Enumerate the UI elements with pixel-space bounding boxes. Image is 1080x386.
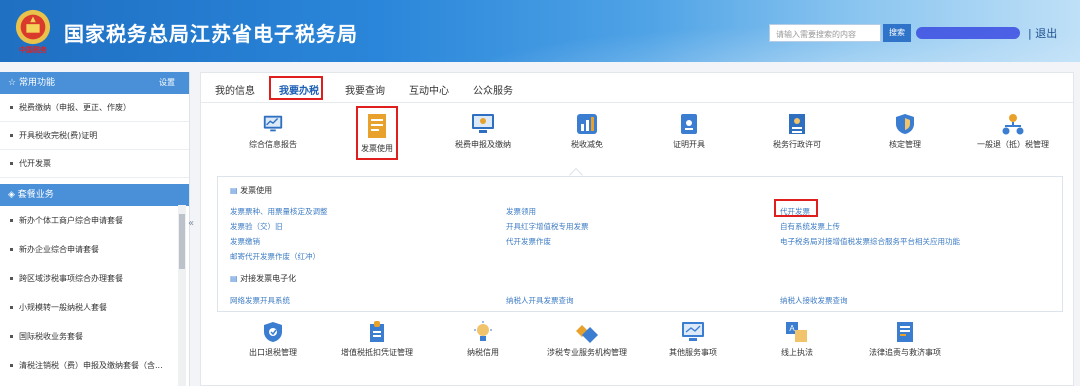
bulb-icon [474, 321, 492, 341]
bullet-icon [10, 335, 13, 338]
bullet-icon [10, 106, 13, 109]
bullet-icon [10, 162, 13, 165]
sidebar: ☆ 常用功能 设置 税费缴纳（申报、更正、作废） 开具税收完税(费)证明 代开发… [0, 72, 190, 386]
package-item[interactable]: 跨区域涉税事项综合办理套餐 [0, 264, 178, 293]
sidebar-item-tax-certificate[interactable]: 开具税收完税(费)证明 [0, 122, 189, 150]
search-input[interactable]: 请输入需要搜索的内容 [769, 24, 881, 42]
emblem-caption: 中国税务 [19, 46, 47, 54]
tax-emblem-icon [15, 9, 51, 45]
link-invoice-type-adjust[interactable]: 发票票种、用票量核定及调整 [230, 206, 328, 217]
package-item[interactable]: 新办企业综合申请套餐 [0, 235, 178, 264]
link-received-invoice-query[interactable]: 纳税人接收发票查询 [780, 295, 848, 306]
bullet-icon [10, 248, 13, 251]
svg-text:A: A [789, 324, 795, 333]
sidebar-scroll-thumb[interactable] [179, 214, 185, 269]
tab-public-service[interactable]: 公众服务 [473, 82, 513, 97]
package-item[interactable]: 国际税收业务套餐 [0, 322, 178, 351]
icon-export-refund[interactable]: 出口退税管理 [213, 321, 333, 358]
common-functions-title: 常用功能 [18, 78, 55, 88]
icon-other-services[interactable]: 其他服务事项 [633, 321, 753, 358]
icon-vat-deduction[interactable]: 增值税抵扣凭证管理 [317, 321, 437, 358]
shield-icon [896, 114, 914, 134]
bullet-icon [10, 219, 13, 222]
monitor-chart-icon [263, 115, 283, 132]
search-button[interactable]: 搜索 [883, 24, 911, 42]
tab-query[interactable]: 我要查询 [345, 82, 385, 97]
package-header: ◈ 套餐业务 [0, 184, 189, 206]
logout-link[interactable]: | 退出 [1028, 25, 1057, 41]
stack-icon: ◈ [8, 190, 15, 200]
certificate-icon [681, 114, 697, 134]
common-functions-header: ☆ 常用功能 设置 [0, 72, 189, 94]
package-item[interactable]: 清税注销税（费）申报及缴纳套餐（含... [0, 351, 178, 380]
tab-my-info[interactable]: 我的信息 [215, 82, 255, 97]
icon-tax-refund[interactable]: 一般退（抵）税管理 [953, 113, 1073, 150]
bullet-icon [10, 277, 13, 280]
settings-link[interactable]: 设置 [159, 72, 175, 94]
screen-icon [682, 322, 704, 341]
link-proxy-invoice-void[interactable]: 代开发票作废 [506, 236, 551, 247]
sidebar-item-tax-payment[interactable]: 税费缴纳（申报、更正、作废） [0, 94, 189, 122]
tab-bar: 我的信息 我要办税 我要查询 互动中心 公众服务 [201, 73, 1073, 103]
link-vat-platform-functions[interactable]: 电子税务局对接增值税发票综合服务平台相关应用功能 [780, 236, 960, 247]
main-panel: 我的信息 我要办税 我要查询 互动中心 公众服务 综合信息报告 发票使用 税费申… [200, 72, 1074, 386]
top-header: 中国税务 国家税务总局江苏省电子税务局 请输入需要搜索的内容 搜索 | 退出 [0, 0, 1080, 62]
invoice-submenu-panel: ▤ 发票使用 发票票种、用票量核定及调整 发票验（交）旧 发票缴销 邮寄代开发票… [217, 176, 1063, 312]
icon-tax-agency-management[interactable]: 涉税专业服务机构管理 [527, 321, 647, 358]
collapse-sidebar-icon[interactable]: « [188, 218, 194, 229]
invoice-section-title: ▤ 发票使用 [230, 186, 273, 195]
package-item[interactable]: 新办个体工商户综合申请套餐 [0, 206, 178, 235]
highlight-box-invoice [356, 106, 398, 160]
icon-tax-credit[interactable]: 纳税信用 [423, 321, 543, 358]
monitor-icon [472, 114, 494, 133]
icon-comprehensive-report[interactable]: 综合信息报告 [213, 113, 333, 150]
icon-tax-declaration[interactable]: 税费申报及缴纳 [423, 113, 543, 150]
icon-certificate[interactable]: 证明开具 [629, 113, 749, 150]
list-icon: ▤ [230, 186, 238, 195]
tab-interaction[interactable]: 互动中心 [409, 82, 449, 97]
translate-icon: A [786, 322, 807, 342]
icon-legal-remedy[interactable]: 法律追责与救济事项 [845, 321, 965, 358]
user-name-redacted[interactable] [916, 27, 1020, 39]
license-icon [789, 114, 805, 134]
org-chart-icon [1002, 114, 1024, 135]
package-title: 套餐业务 [17, 190, 54, 200]
document-icon [897, 322, 913, 342]
link-mail-invoice-void[interactable]: 邮寄代开发票作废（红冲） [230, 251, 320, 262]
link-red-vat-invoice[interactable]: 开具红字增值税专用发票 [506, 221, 589, 232]
bar-chart-icon [577, 114, 597, 134]
link-network-invoice-system[interactable]: 网络发票开具系统 [230, 295, 290, 306]
link-own-system-upload[interactable]: 自有系统发票上传 [780, 221, 840, 232]
lock-doc-icon [370, 321, 384, 342]
site-title: 国家税务总局江苏省电子税务局 [64, 22, 358, 46]
icon-online-enforcement[interactable]: A 线上执法 [737, 321, 857, 358]
bullet-icon [10, 306, 13, 309]
icon-admin-license[interactable]: 税务行政许可 [737, 113, 857, 150]
star-icon: ☆ [8, 78, 17, 88]
list-icon: ▤ [230, 274, 238, 283]
einvoice-section-title: ▤ 对接发票电子化 [230, 274, 297, 283]
sidebar-item-issue-invoice[interactable]: 代开发票 [0, 150, 189, 178]
highlight-box-tab [269, 76, 323, 100]
diamond-icon [576, 325, 598, 343]
link-invoice-cancel[interactable]: 发票缴销 [230, 236, 260, 247]
bullet-icon [10, 134, 13, 137]
link-invoice-return-old[interactable]: 发票验（交）旧 [230, 221, 283, 232]
link-issued-invoice-query[interactable]: 纳税人开具发票查询 [506, 295, 574, 306]
shield-badge-icon [264, 322, 282, 342]
highlight-box-proxy-invoice [774, 199, 818, 217]
link-invoice-receive[interactable]: 发票领用 [506, 206, 536, 217]
bullet-icon [10, 364, 13, 367]
package-item[interactable]: 小规模转一般纳税人套餐 [0, 293, 178, 322]
icon-assessment-management[interactable]: 核定管理 [845, 113, 965, 150]
